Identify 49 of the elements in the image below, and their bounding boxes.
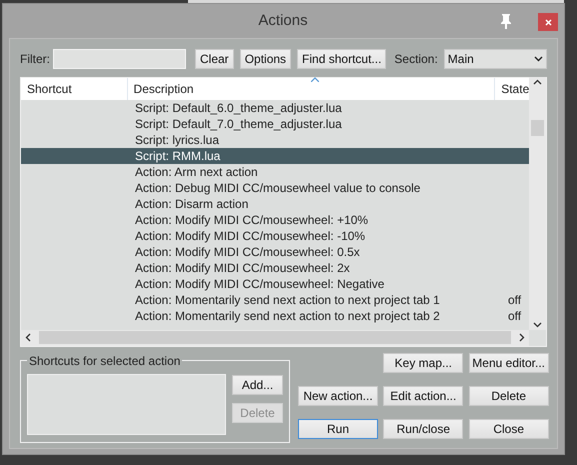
filter-label: Filter: — [20, 51, 50, 68]
toolbar-button[interactable]: Find shortcut... — [297, 49, 386, 69]
section-label: Section: — [394, 51, 438, 68]
description-cell: Script: RMM.lua — [135, 148, 220, 163]
shortcut-button[interactable]: Add... — [232, 375, 283, 395]
description-cell: Script: Default_7.0_theme_adjuster.lua — [135, 116, 342, 131]
action-button[interactable]: Edit action... — [383, 386, 464, 406]
description-cell: Action: Debug MIDI CC/mousewheel value to console — [135, 180, 420, 195]
action-button[interactable]: Delete — [468, 386, 549, 406]
list-row[interactable]: Action: Modify MIDI CC/mousewheel: Negative — [21, 276, 529, 292]
section-dropdown[interactable]: Main — [444, 49, 547, 69]
state-cell: off — [508, 292, 522, 307]
list-row[interactable]: Script: RMM.lua — [21, 148, 529, 164]
action-button[interactable]: Run/close — [383, 419, 464, 439]
list-row[interactable]: Action: Modify MIDI CC/mousewheel: -10% — [21, 228, 529, 244]
list-row[interactable]: Action: Debug MIDI CC/mousewheel value to console — [21, 180, 529, 196]
action-button[interactable]: Menu editor... — [468, 353, 549, 373]
description-cell: Action: Modify MIDI CC/mousewheel: 2x — [135, 260, 350, 275]
action-button[interactable]: Key map... — [383, 353, 464, 373]
toolbar-button[interactable]: Clear — [195, 49, 234, 69]
description-cell: Action: Modify MIDI CC/mousewheel: -10% — [135, 228, 366, 243]
description-cell: Script: Default_6.0_theme_adjuster.lua — [135, 100, 342, 115]
list-row[interactable]: Action: Momentarily send next action to next project tab 1 off — [21, 292, 529, 308]
list-row[interactable]: Action: Disarm action — [21, 196, 529, 212]
list-row[interactable]: Action: Momentarily send next action to next project tab 2 off — [21, 308, 529, 324]
description-cell: Action: Modify MIDI CC/mousewheel: +10% — [135, 212, 368, 227]
description-cell: Action: Momentarily send next action to next project tab 2 — [135, 308, 440, 323]
list-row[interactable]: Action: Modify MIDI CC/mousewheel: 2x — [21, 260, 529, 276]
column-header[interactable]: State — [495, 78, 530, 100]
list-row[interactable]: Script: Default_7.0_theme_adjuster.lua — [21, 116, 529, 132]
description-cell: Action: Arm next action — [135, 164, 258, 179]
list-row[interactable]: Script: lyrics.lua — [21, 132, 529, 148]
list-row[interactable]: Action: Arm next action — [21, 164, 529, 180]
list-row[interactable]: Action: Modify MIDI CC/mousewheel: 0.5x — [21, 244, 529, 260]
toolbar-button[interactable]: Options — [240, 49, 292, 69]
list-row[interactable]: Action: Modify MIDI CC/mousewheel: +10% — [21, 212, 529, 228]
window-title: Actions — [257, 10, 309, 31]
state-cell: off — [508, 308, 522, 323]
description-cell: Action: Momentarily send next action to next project tab 1 — [135, 292, 440, 307]
column-header[interactable]: Shortcut — [21, 78, 128, 100]
description-cell: Action: Modify MIDI CC/mousewheel: 0.5x — [135, 244, 360, 259]
column-header[interactable]: Description — [128, 78, 496, 100]
action-button[interactable]: Close — [468, 419, 549, 439]
description-cell: Script: lyrics.lua — [135, 132, 220, 147]
action-button[interactable]: New action... — [298, 386, 378, 406]
action-button[interactable]: Run — [298, 419, 378, 439]
description-cell: Action: Modify MIDI CC/mousewheel: Negative — [135, 276, 384, 291]
description-cell: Action: Disarm action — [135, 196, 248, 211]
list-row[interactable]: Script: Default_6.0_theme_adjuster.lua — [21, 100, 529, 116]
